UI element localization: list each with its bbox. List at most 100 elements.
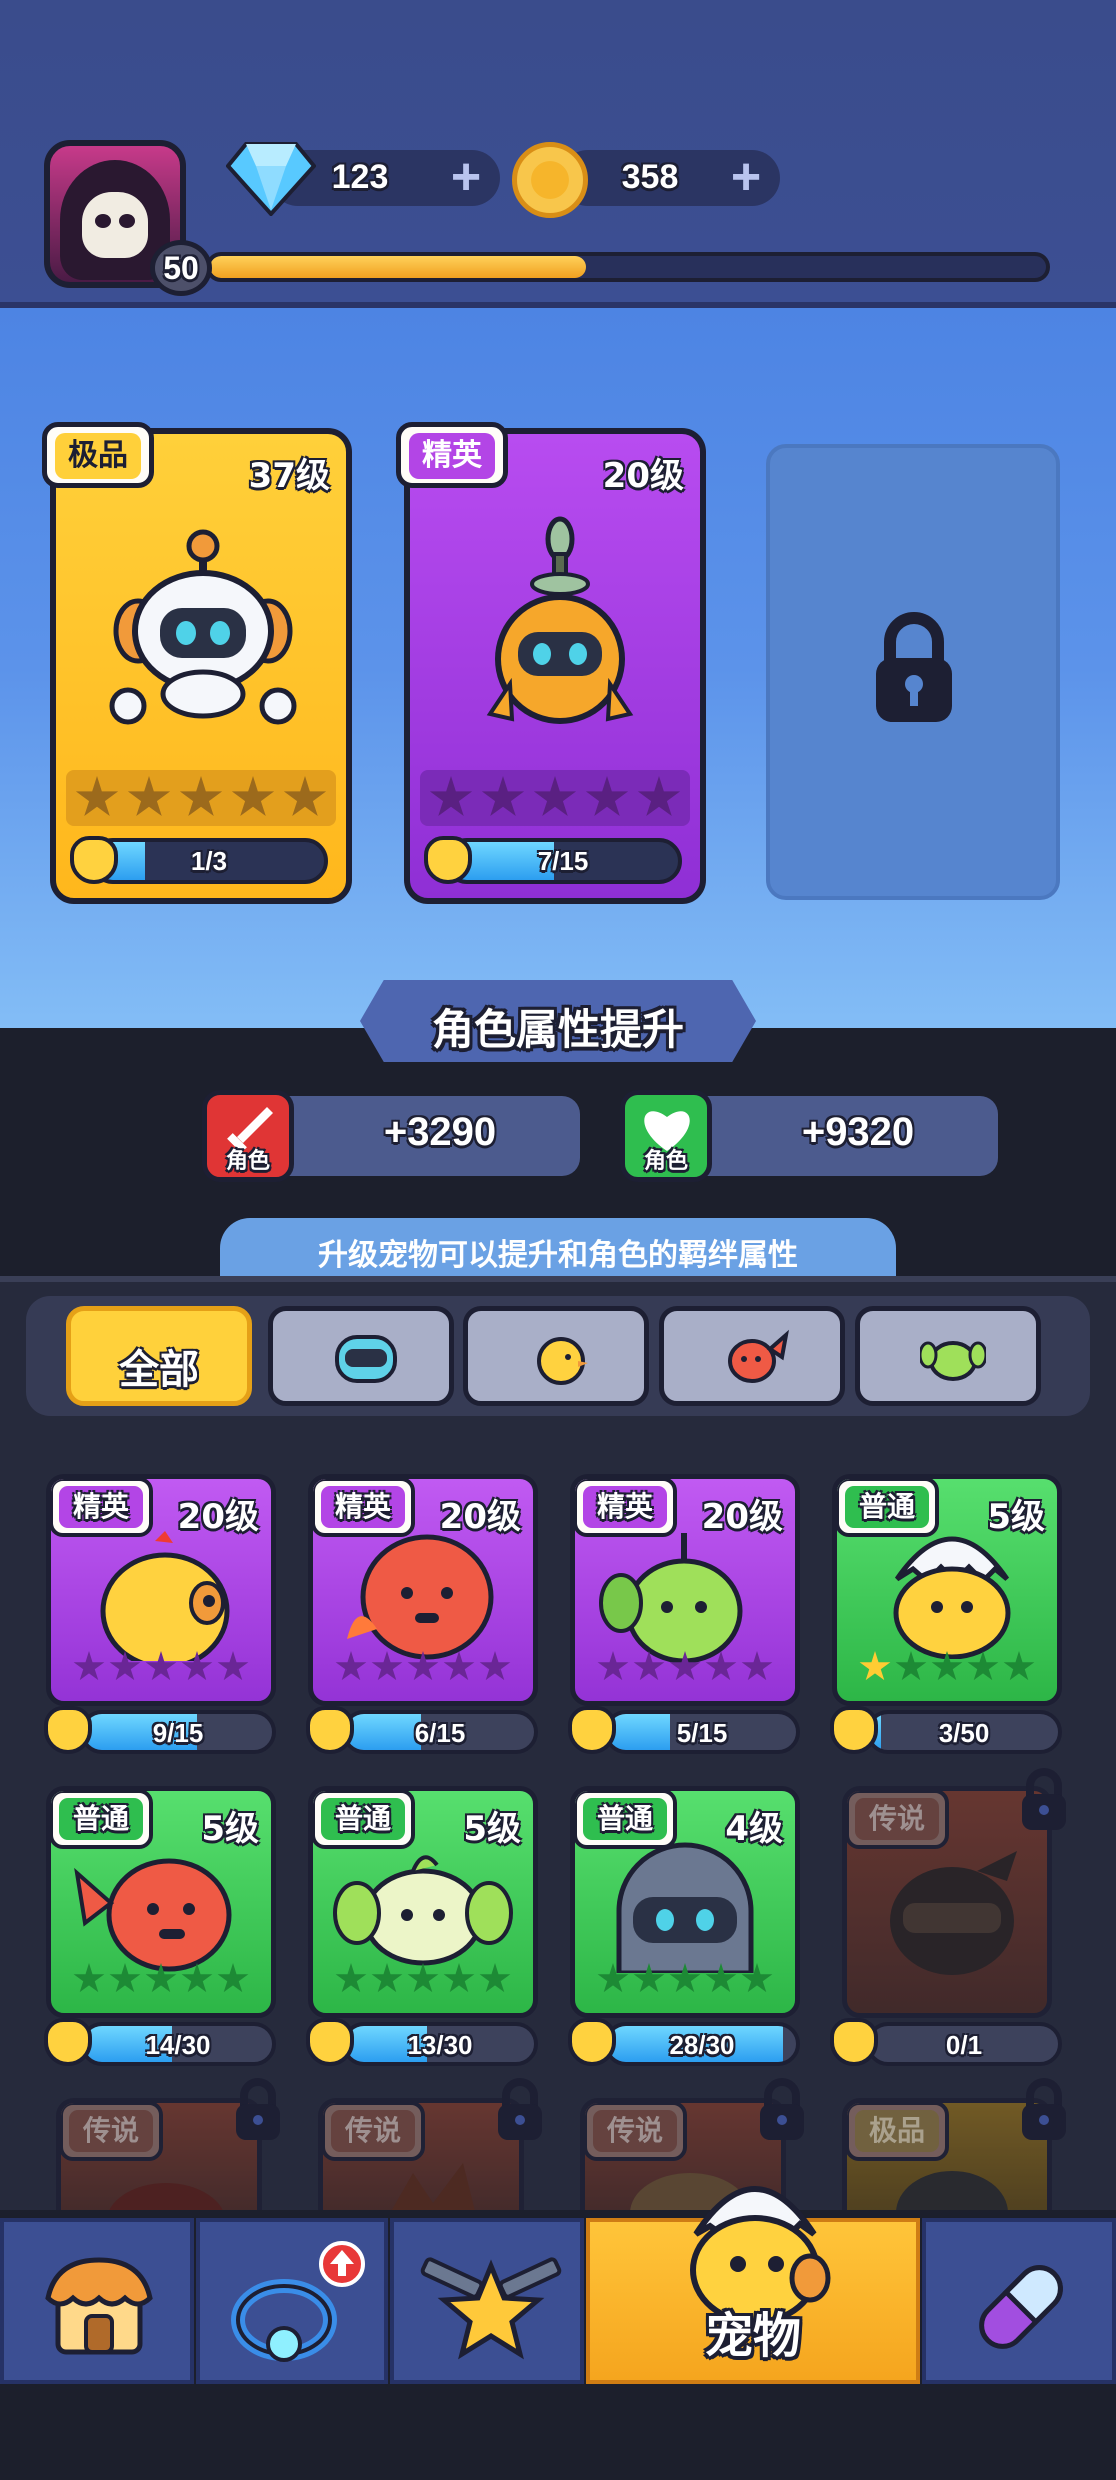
xp-fill [210, 256, 587, 278]
star-icon [931, 1651, 963, 1681]
sword-icon: 角色 [202, 1090, 294, 1182]
gold-coin-icon [512, 142, 588, 218]
nav-skills[interactable] [390, 2218, 584, 2384]
star-icon [429, 776, 473, 817]
star-icon [705, 1651, 737, 1681]
octopus-pet-icon [347, 1534, 494, 1660]
rarity-label: 精英 [409, 433, 495, 479]
pet-shard-icon [830, 2018, 878, 2066]
add-coins-button[interactable]: + [722, 151, 770, 203]
pet-card-egg-chick[interactable]: 普通 5级 [832, 1474, 1062, 1706]
star-icon [967, 1651, 999, 1681]
rarity-label: 普通 [321, 1798, 405, 1840]
rarity-label: 传说 [69, 2110, 153, 2152]
pet-progress-bar: 3/50 [866, 1710, 1062, 1754]
equipped-pet-card-2[interactable]: 精英 20级 7/15 [396, 422, 706, 904]
star-icon [669, 1651, 701, 1681]
attack-bonus: 角色 +3290 [202, 1090, 580, 1182]
pet-card-red-fish[interactable]: 普通 5级 [46, 1786, 276, 2018]
nav-pets[interactable]: 宠物 [586, 2186, 920, 2384]
rarity-tag: 极品 [42, 422, 154, 488]
pet-card-chick[interactable]: 精英 20级 [46, 1474, 276, 1706]
lock-icon [1022, 1768, 1066, 1830]
star-icon [637, 776, 681, 817]
nav-label: 宠物 [704, 2308, 801, 2364]
star-icon [407, 1651, 439, 1681]
progress-text: 9/15 [152, 1718, 204, 1748]
filter-tab-leaf[interactable] [855, 1306, 1041, 1406]
nav-equipment[interactable] [196, 2218, 388, 2384]
pet-card-octopus[interactable]: 精英 20级 [308, 1474, 538, 1706]
star-icon [127, 776, 171, 817]
pet-level: 37级 [248, 456, 330, 496]
filter-label: 全部 [119, 1347, 199, 1393]
chick-pet-icon [100, 1531, 230, 1661]
filter-tab-all[interactable]: 全部 [66, 1306, 252, 1406]
nav-shop[interactable] [0, 2218, 194, 2384]
progress-text: 28/30 [669, 2030, 735, 2060]
rarity-tag: 传说 [61, 2103, 163, 2161]
skull-face [82, 192, 148, 258]
pet-card-leaf[interactable]: 普通 5级 [308, 1786, 538, 2018]
pet-level: 5级 [463, 1809, 521, 1849]
health-bonus: 角色 +9320 [620, 1090, 998, 1182]
pet-progress-bar: 0/1 [866, 2022, 1062, 2066]
star-rating [321, 1963, 525, 2003]
helmet-robot-pet-icon [616, 1842, 754, 1973]
star-icon [533, 776, 577, 817]
rarity-label: 传说 [593, 2110, 677, 2152]
progress-text: 13/30 [407, 2030, 473, 2060]
add-gems-button[interactable]: + [442, 151, 490, 203]
progress-text: 0/1 [945, 2030, 983, 2060]
filter-tab-robot[interactable] [268, 1306, 454, 1406]
pet-shard-icon [306, 2018, 354, 2066]
robot-filter-icon [335, 1335, 397, 1383]
bonus-label: 角色 [225, 1149, 270, 1174]
star-icon [109, 1963, 141, 1993]
star-icon [217, 1651, 249, 1681]
star-icon [479, 1963, 511, 1993]
pet-card-helmet-robot[interactable]: 普通 4级 [570, 1786, 800, 2018]
star-icon [705, 1963, 737, 1993]
filter-tab-chick[interactable] [463, 1306, 649, 1406]
star-icon [597, 1963, 629, 1993]
star-rating [59, 1963, 263, 2003]
lock-icon [236, 2078, 280, 2140]
robot-pet-icon [109, 529, 297, 725]
bonus-value: +9320 [801, 1110, 915, 1154]
hint-banner: 升级宠物可以提升和角色的羁绊属性 [220, 1218, 896, 1278]
pet-progress-bar: 28/30 [604, 2022, 800, 2066]
rarity-tag: 普通 [51, 1791, 153, 1849]
pet-shard-icon [830, 1706, 878, 1754]
pet-shard-icon [44, 2018, 92, 2066]
rarity-tag: 精英 [396, 422, 508, 488]
rarity-tag: 精英 [51, 1479, 153, 1537]
star-rating [583, 1651, 787, 1691]
star-icon [481, 776, 525, 817]
equipped-pet-card-1[interactable]: 极品 37级 1/3 [42, 422, 352, 904]
rarity-label: 传说 [855, 1798, 939, 1840]
rarity-tag: 极品 [847, 2103, 949, 2161]
pet-shard-icon [568, 1706, 616, 1754]
nav-items[interactable] [922, 2218, 1116, 2384]
star-icon [371, 1651, 403, 1681]
hint-text: 升级宠物可以提升和角色的羁绊属性 [318, 1238, 798, 1273]
progress-text: 3/50 [938, 1718, 990, 1748]
star-rating [845, 1651, 1049, 1691]
filter-tab-fish[interactable] [659, 1306, 845, 1406]
progress-text: 5/15 [676, 1718, 728, 1748]
bonus-label: 角色 [643, 1149, 688, 1174]
pet-card-sprout[interactable]: 精英 20级 [570, 1474, 800, 1706]
lock-icon [876, 612, 952, 722]
section-title: 角色属性提升 [431, 1005, 684, 1054]
rarity-tag: 普通 [313, 1791, 415, 1849]
drone-pet-icon [486, 516, 634, 724]
pet-progress-bar: 6/15 [342, 1710, 538, 1754]
star-icon [335, 1651, 367, 1681]
rarity-tag: 精英 [575, 1479, 677, 1537]
star-icon [75, 776, 119, 817]
chick-filter-icon [537, 1337, 588, 1385]
bonus-value: +3290 [383, 1110, 497, 1154]
star-icon [109, 1651, 141, 1681]
progress-text: 14/30 [145, 2030, 211, 2060]
